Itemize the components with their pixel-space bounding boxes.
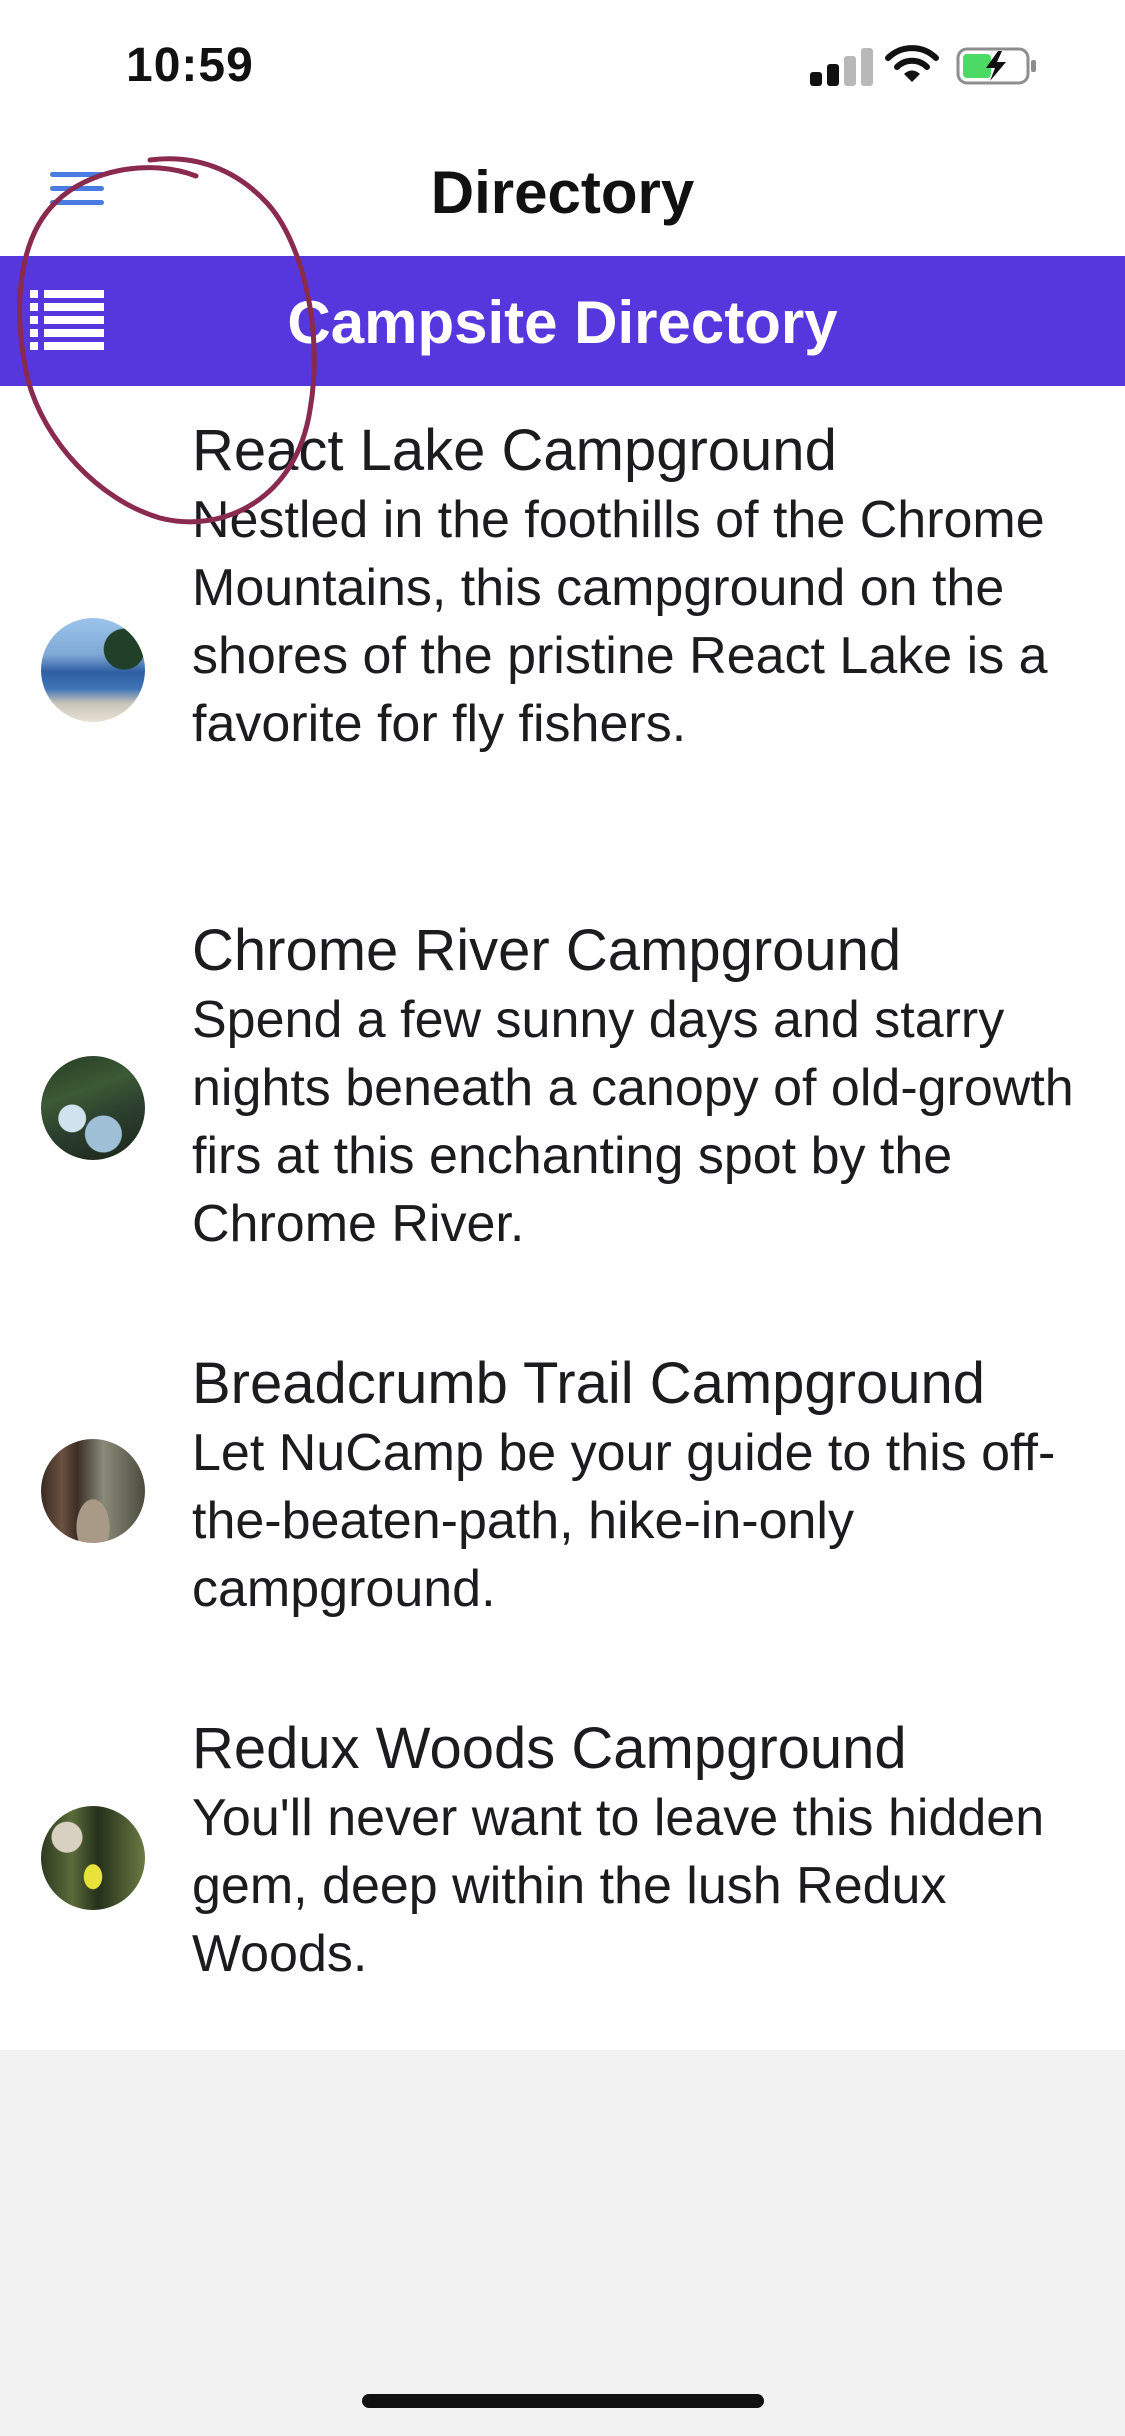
list-item[interactable]: Redux Woods Campground You'll never want… (0, 1714, 1125, 2014)
directory-banner: Campsite Directory (0, 256, 1125, 386)
status-time: 10:59 (126, 39, 254, 92)
banner-title: Campsite Directory (287, 289, 838, 356)
list-item[interactable]: React Lake Campground Nestled in the foo… (0, 416, 1125, 856)
campsite-description: You'll never want to leave this hidden g… (192, 1789, 1045, 1983)
campsite-avatar (41, 1056, 145, 1160)
status-bar: 10:59 (0, 0, 1125, 130)
list-item[interactable]: Chrome River Campground Spend a few sunn… (0, 916, 1125, 1276)
campsite-description: Let NuCamp be your guide to this off-the… (192, 1424, 1056, 1618)
navigation-header: Directory (0, 130, 1125, 256)
campsite-avatar (41, 1806, 145, 1910)
campsite-avatar (41, 1439, 145, 1543)
list-item[interactable]: Breadcrumb Trail Campground Let NuCamp b… (0, 1349, 1125, 1649)
campsite-description: Nestled in the foothills of the Chrome M… (192, 491, 1048, 753)
page-title: Directory (430, 159, 695, 226)
campsite-name: React Lake Campground (192, 418, 837, 483)
campsite-name: Redux Woods Campground (192, 1716, 907, 1781)
campsite-name: Chrome River Campground (192, 918, 902, 983)
campsite-directory-screen: 10:59 Directory Campsite Directory React… (0, 0, 1125, 2436)
campsite-description: Spend a few sunny days and starry nights… (192, 991, 1074, 1253)
home-indicator (362, 2394, 764, 2408)
campsite-name: Breadcrumb Trail Campground (192, 1351, 986, 1416)
campsite-list: React Lake Campground Nestled in the foo… (0, 386, 1125, 2050)
cellular-signal-icon (810, 46, 874, 86)
wifi-icon (885, 45, 939, 82)
campsite-avatar (41, 618, 145, 722)
battery-charging-icon (956, 47, 1036, 85)
